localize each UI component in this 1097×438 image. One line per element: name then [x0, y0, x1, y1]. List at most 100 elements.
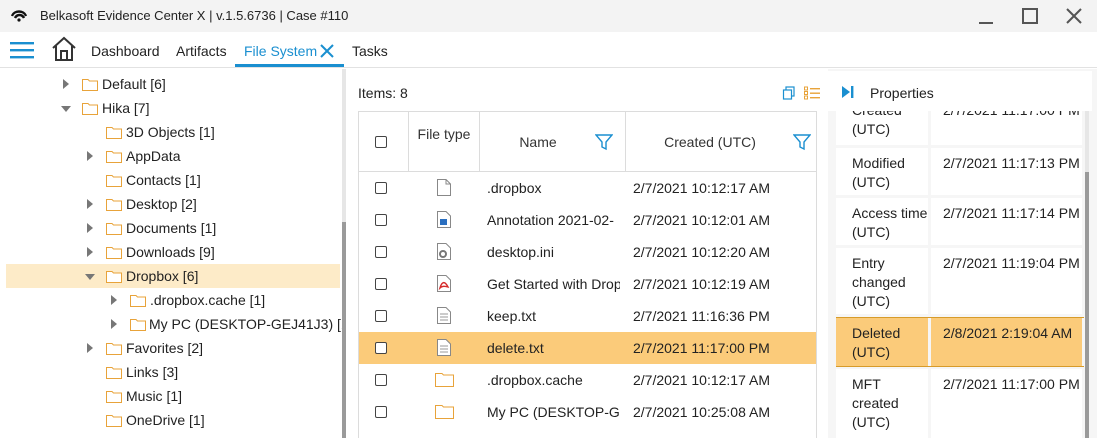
minimize-button[interactable] [963, 0, 1009, 32]
row-checkbox[interactable] [375, 310, 387, 322]
tab-artifacts[interactable]: Artifacts [176, 43, 227, 59]
tree-item-label: Music [1] [126, 388, 183, 404]
filter-icon[interactable] [595, 133, 613, 151]
blank-file-icon [437, 179, 451, 196]
tree-item[interactable]: Links [3] [6, 360, 340, 384]
property-value: 2/7/2021 11:17:14 PM [931, 198, 1082, 245]
row-checkbox[interactable] [375, 246, 387, 258]
expand-arrow-icon[interactable] [110, 319, 118, 329]
column-header-created[interactable]: Created (UTC) [626, 134, 794, 150]
row-checkbox[interactable] [375, 342, 387, 354]
property-value: 2/7/2021 11:17:00 PM [931, 111, 1082, 145]
tree-item[interactable]: .dropbox.cache [1] [6, 288, 340, 312]
select-all-checkbox[interactable] [375, 136, 387, 148]
file-name: Annotation 2021-02- [487, 212, 614, 228]
tree-item[interactable]: Hika [7] [6, 96, 340, 120]
property-row[interactable]: Modified (UTC) 2/7/2021 11:17:13 PM [836, 148, 1084, 195]
collapse-panel-icon[interactable] [842, 86, 854, 98]
maximize-button[interactable] [1007, 0, 1053, 32]
column-header-name[interactable]: Name [480, 134, 596, 150]
collapse-arrow-icon[interactable] [61, 105, 71, 113]
property-value: 2/8/2021 2:19:04 AM [931, 318, 1082, 366]
properties-header [828, 71, 1092, 111]
tab-file-system[interactable]: File System [244, 43, 317, 59]
column-header-file-type[interactable]: File type [409, 125, 479, 144]
folder-icon [130, 295, 146, 307]
folder-icon [106, 343, 122, 355]
tree-item-label: Desktop [2] [126, 196, 197, 212]
expand-arrow-icon[interactable] [86, 223, 94, 233]
expand-arrow-icon[interactable] [62, 79, 70, 89]
table-row[interactable]: Get Started with Drop 2/7/2021 10:12:19 … [359, 268, 816, 300]
table-row[interactable]: Annotation 2021-02- 2/7/2021 10:12:01 AM [359, 204, 816, 236]
nav-bar: Dashboard Artifacts File System Tasks [0, 32, 1097, 68]
table-row[interactable]: desktop.ini 2/7/2021 10:12:20 AM [359, 236, 816, 268]
folder-icon [82, 79, 98, 91]
tree-item[interactable]: Documents [1] [6, 216, 340, 240]
expand-arrow-icon[interactable] [86, 151, 94, 161]
property-key: Deleted (UTC) [836, 318, 928, 366]
tree-item-selected[interactable]: Dropbox [6] [6, 264, 340, 288]
properties-scrollbar-thumb[interactable] [1085, 172, 1089, 438]
tree-item[interactable]: Default [6] [6, 72, 340, 96]
tree-item[interactable]: OneDrive [1] [6, 408, 340, 432]
row-checkbox[interactable] [375, 406, 387, 418]
filter-icon[interactable] [793, 133, 811, 151]
expand-arrow-icon[interactable] [86, 247, 94, 257]
file-created: 2/7/2021 11:17:00 PM [633, 340, 770, 356]
tree-item[interactable]: My PC (DESKTOP-GEJ41J3) [1] [6, 312, 344, 336]
tree-item-label: My PC (DESKTOP-GEJ41J3) [1] [149, 316, 344, 332]
row-checkbox[interactable] [375, 374, 387, 386]
tree-item-label: Hika [7] [102, 100, 150, 116]
tree-item[interactable]: AppData [6, 144, 340, 168]
file-name: keep.txt [487, 308, 537, 324]
tree-item-label: Default [6] [102, 76, 166, 92]
table-row[interactable]: .dropbox 2/7/2021 10:12:17 AM [359, 172, 816, 204]
tree-item[interactable]: Downloads [9] [6, 240, 340, 264]
table-row[interactable]: My PC (DESKTOP-GE. 2/7/2021 10:25:08 AM [359, 396, 816, 428]
items-count: Items: 8 [358, 85, 408, 101]
tree-item[interactable]: Favorites [2] [6, 336, 340, 360]
property-value: 2/7/2021 11:19:04 PM [931, 248, 1082, 314]
table-row[interactable]: .dropbox.cache 2/7/2021 10:12:17 AM [359, 364, 816, 396]
folder-icon [106, 223, 122, 235]
tree-item[interactable]: Desktop [2] [6, 192, 340, 216]
property-row[interactable]: Access time (UTC) 2/7/2021 11:17:14 PM [836, 198, 1084, 245]
tree-item-label: Downloads [9] [126, 244, 215, 260]
copy-icon[interactable] [782, 86, 796, 100]
property-value: 2/7/2021 11:17:00 PM [931, 369, 1082, 438]
property-row-selected[interactable]: Deleted (UTC) 2/8/2021 2:19:04 AM [836, 317, 1084, 367]
close-icon [1066, 8, 1082, 24]
grid-header: File type Name Created (UTC) [359, 112, 816, 172]
file-created: 2/7/2021 10:12:19 AM [633, 276, 770, 292]
text-file-icon [437, 307, 451, 324]
tree-item[interactable]: 3D Objects [1] [6, 120, 340, 144]
home-icon[interactable] [50, 35, 78, 63]
row-checkbox[interactable] [375, 278, 387, 290]
tab-tasks[interactable]: Tasks [352, 43, 388, 59]
close-window-button[interactable] [1051, 0, 1097, 32]
tab-dashboard[interactable]: Dashboard [91, 43, 160, 59]
close-tab-icon[interactable] [320, 44, 334, 58]
tree-item-label: OneDrive [1] [126, 412, 205, 428]
expand-arrow-icon[interactable] [86, 343, 94, 353]
expand-arrow-icon[interactable] [110, 295, 118, 305]
row-checkbox[interactable] [375, 182, 387, 194]
list-view-icon[interactable] [804, 86, 821, 100]
property-row[interactable]: Entry changed (UTC) 2/7/2021 11:19:04 PM [836, 248, 1084, 314]
table-row-selected[interactable]: delete.txt 2/7/2021 11:17:00 PM [359, 332, 816, 364]
file-name: My PC (DESKTOP-GE. [487, 404, 620, 420]
expand-arrow-icon[interactable] [86, 199, 94, 209]
property-row[interactable]: MFT created (UTC) 2/7/2021 11:17:00 PM [836, 369, 1084, 438]
row-checkbox[interactable] [375, 214, 387, 226]
table-row[interactable]: keep.txt 2/7/2021 11:16:36 PM [359, 300, 816, 332]
tree-item-label: Documents [1] [126, 220, 217, 236]
file-created: 2/7/2021 10:12:20 AM [633, 244, 770, 260]
tree-item[interactable]: Music [1] [6, 384, 340, 408]
hamburger-menu-icon[interactable] [10, 41, 34, 59]
collapse-arrow-icon[interactable] [85, 273, 95, 281]
folder-icon [106, 151, 122, 163]
tree-item[interactable]: Contacts [1] [6, 168, 340, 192]
property-row[interactable]: Created (UTC) 2/7/2021 11:17:00 PM [836, 111, 1084, 145]
tree-item-label: .dropbox.cache [1] [150, 292, 266, 308]
